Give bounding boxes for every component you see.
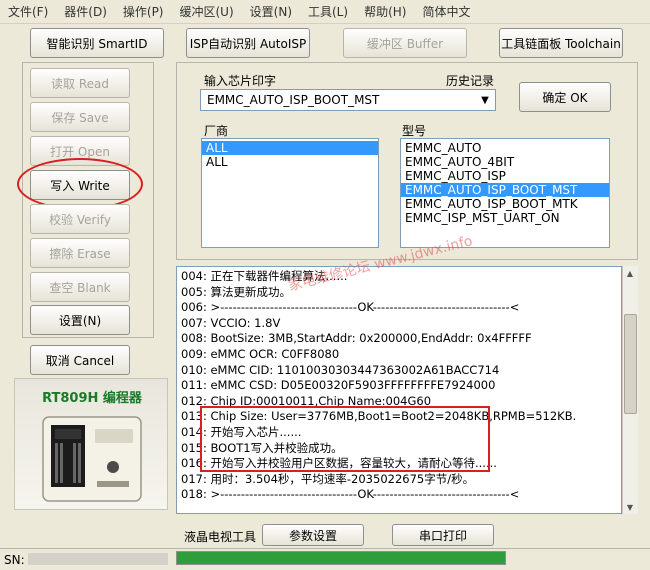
model-listbox[interactable]: EMMC_AUTO EMMC_AUTO_4BIT EMMC_AUTO_ISP E…: [400, 138, 610, 248]
scroll-down-icon[interactable]: ▼: [623, 500, 637, 514]
settings-button[interactable]: 设置(N): [30, 305, 130, 335]
autoisp-button[interactable]: ISP自动识别 AutoISP: [186, 28, 310, 58]
progress-fill: [177, 552, 505, 564]
tv-tools-label[interactable]: 液晶电视工具: [184, 528, 256, 545]
model-item[interactable]: EMMC_AUTO_ISP_BOOT_MTK: [401, 197, 609, 211]
log-line: 010: eMMC CID: 11010030303447363002A61BA…: [181, 362, 500, 377]
log-line: 007: VCCIO: 1.8V: [181, 315, 281, 330]
device-label: RT809H 编程器: [42, 391, 142, 406]
log-highlight-box: [200, 406, 490, 472]
sn-label: SN:: [4, 553, 25, 567]
log-line: 011: eMMC CSD: D05E00320F5903FFFFFFFFE79…: [181, 378, 496, 393]
status-bar: SN:: [0, 548, 650, 570]
serial-print-button[interactable]: 串口打印: [392, 524, 494, 546]
menu-device[interactable]: 器件(D): [56, 3, 115, 20]
chip-input-label: 输入芯片印字: [204, 74, 277, 88]
model-item-selected[interactable]: EMMC_AUTO_ISP_BOOT_MST: [401, 183, 609, 197]
model-item[interactable]: EMMC_AUTO_ISP: [401, 169, 609, 183]
erase-button[interactable]: 擦除 Erase: [30, 238, 130, 268]
vendor-label: 厂商: [204, 124, 229, 138]
model-item[interactable]: EMMC_AUTO_4BIT: [401, 155, 609, 169]
menu-settings[interactable]: 设置(N): [242, 3, 300, 20]
ok-button[interactable]: 确定 OK: [519, 82, 611, 112]
buffer-button[interactable]: 缓冲区 Buffer: [343, 28, 467, 58]
log-line: 017: 用时：3.504秒，平均速率-2035022675字节/秒。: [181, 471, 475, 486]
log-line: 005: 算法更新成功。: [181, 284, 291, 299]
cancel-button[interactable]: 取消 Cancel: [30, 345, 130, 375]
blank-button[interactable]: 查空 Blank: [30, 272, 130, 302]
menu-language[interactable]: 简体中文: [414, 3, 478, 20]
menu-operation[interactable]: 操作(P): [115, 3, 172, 20]
params-button[interactable]: 参数设置: [262, 524, 364, 546]
chip-input-value: EMMC_AUTO_ISP_BOOT_MST: [207, 93, 380, 107]
chevron-down-icon[interactable]: ▼: [477, 92, 493, 108]
log-scrollbar[interactable]: ▲ ▼: [622, 266, 638, 514]
scroll-thumb[interactable]: [624, 314, 637, 414]
vendor-listbox[interactable]: ALL ALL: [201, 138, 379, 248]
menubar: 文件(F) 器件(D) 操作(P) 缓冲区(U) 设置(N) 工具(L) 帮助(…: [0, 0, 650, 24]
progress-bar: [176, 551, 506, 565]
log-line: 018: >---------------------------------O…: [181, 487, 520, 502]
scroll-up-icon[interactable]: ▲: [623, 266, 637, 280]
vendor-item[interactable]: ALL: [202, 141, 378, 155]
menu-file[interactable]: 文件(F): [0, 3, 56, 20]
programmer-device-icon: [42, 416, 142, 502]
write-highlight-circle: [17, 158, 143, 210]
model-label: 型号: [402, 124, 427, 138]
menu-help[interactable]: 帮助(H): [356, 3, 414, 20]
log-line: 008: BootSize: 3MB,StartAddr: 0x200000,E…: [181, 331, 532, 346]
read-button[interactable]: 读取 Read: [30, 68, 130, 98]
log-line: 004: 正在下载器件编程算法......: [181, 269, 348, 283]
toolchain-button[interactable]: 工具链面板 Toolchain: [499, 28, 623, 58]
vendor-item[interactable]: ALL: [202, 155, 378, 169]
save-button[interactable]: 保存 Save: [30, 102, 130, 132]
sn-value-blurred: [28, 553, 168, 565]
menu-buffer[interactable]: 缓冲区(U): [172, 3, 242, 20]
model-item[interactable]: EMMC_AUTO: [401, 141, 609, 155]
verify-button[interactable]: 校验 Verify: [30, 204, 130, 234]
smartid-button[interactable]: 智能识别 SmartID: [30, 28, 164, 58]
menu-tools[interactable]: 工具(L): [300, 3, 356, 20]
log-line: 006: >---------------------------------O…: [181, 300, 520, 315]
device-image: RT809H 编程器: [14, 378, 168, 510]
chip-input-combobox[interactable]: EMMC_AUTO_ISP_BOOT_MST ▼: [200, 89, 496, 111]
model-item[interactable]: EMMC_ISP_MST_UART_ON: [401, 211, 609, 225]
history-label: 历史记录: [446, 74, 495, 88]
log-output: 004: 正在下载器件编程算法...... 005: 算法更新成功。 006: …: [176, 266, 622, 514]
log-line: 009: eMMC OCR: C0FF8080: [181, 346, 340, 361]
